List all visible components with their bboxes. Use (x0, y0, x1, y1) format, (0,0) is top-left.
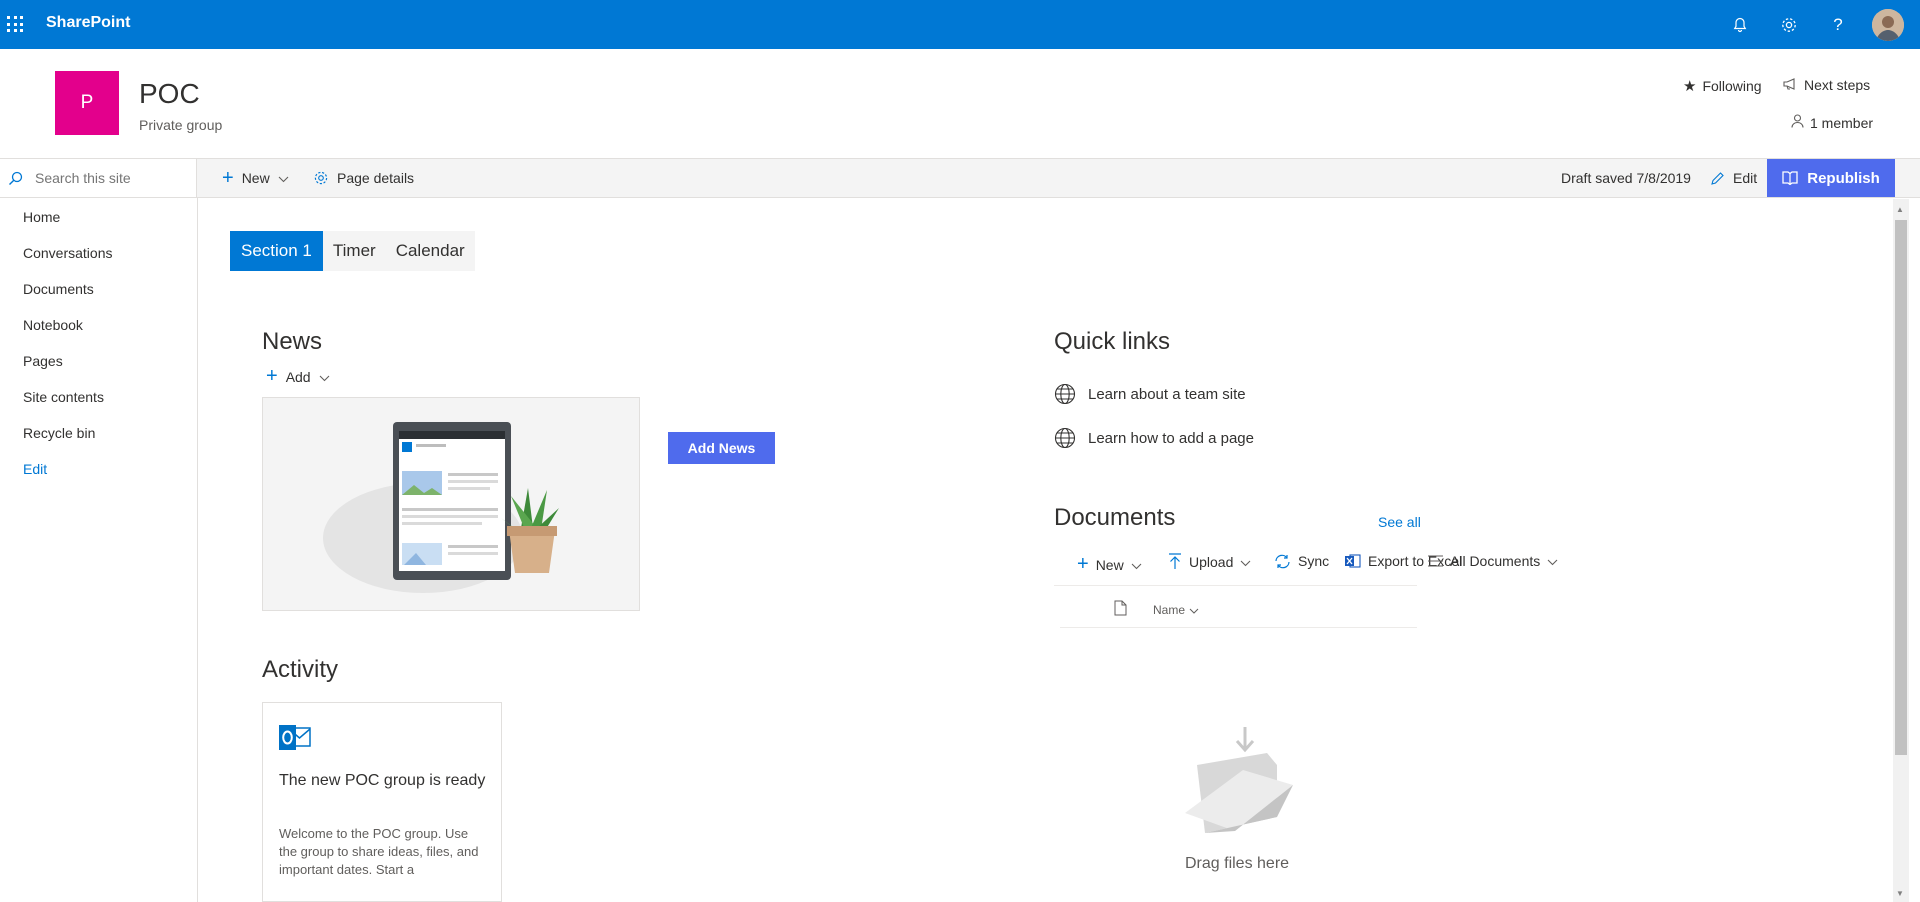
avatar[interactable] (1872, 9, 1904, 41)
documents-list-header: Name (1060, 588, 1417, 628)
nav-item-conversations[interactable]: Conversations (23, 245, 113, 261)
left-navigation: Home Conversations Documents Notebook Pa… (0, 198, 198, 902)
news-heading: News (262, 328, 323, 355)
vertical-scrollbar[interactable]: ▲ ▼ (1893, 199, 1909, 902)
section-tabs: Section 1 Timer Calendar (230, 231, 475, 271)
site-title[interactable]: POC (139, 78, 200, 110)
plus-icon: + (266, 365, 278, 387)
see-all-link[interactable]: See all (1378, 514, 1421, 530)
site-search[interactable] (0, 159, 197, 197)
search-icon (8, 171, 23, 186)
suite-bar: SharePoint ? (0, 0, 1920, 49)
outlook-icon (279, 723, 311, 758)
divider (1054, 585, 1417, 586)
folder-drop-icon (1175, 725, 1295, 845)
pencil-icon (1710, 171, 1725, 186)
sync-icon (1274, 554, 1291, 569)
members-button[interactable]: 1 member (1791, 114, 1873, 131)
site-logo[interactable]: P (55, 71, 119, 135)
republish-button[interactable]: Republish (1767, 159, 1895, 197)
nav-item-home[interactable]: Home (23, 209, 60, 225)
site-privacy-label: Private group (139, 117, 223, 133)
upload-icon (1168, 553, 1182, 570)
bell-icon[interactable] (1727, 12, 1753, 38)
chevron-down-icon (319, 369, 330, 385)
nav-item-pages[interactable]: Pages (23, 353, 63, 369)
gear-icon (313, 170, 329, 186)
quick-links-heading: Quick links (1054, 328, 1171, 355)
chevron-down-icon (1189, 603, 1199, 617)
chevron-down-icon (1240, 554, 1251, 570)
activity-card-title: The new POC group is ready (279, 772, 486, 789)
search-input[interactable] (35, 170, 185, 186)
draft-status: Draft saved 7/8/2019 (1561, 170, 1691, 186)
globe-icon (1054, 383, 1076, 405)
quick-link-add-page[interactable]: Learn how to add a page (1054, 427, 1254, 449)
documents-heading: Documents (1054, 504, 1176, 531)
star-icon: ★ (1683, 78, 1697, 95)
activity-heading: Activity (262, 656, 339, 683)
scrollbar-thumb[interactable] (1895, 220, 1907, 755)
app-launcher-icon[interactable] (7, 16, 23, 32)
nav-item-notebook[interactable]: Notebook (23, 317, 83, 333)
news-add-button[interactable]: + Add (266, 365, 330, 388)
chevron-down-icon (1547, 553, 1558, 569)
activity-card-body: Welcome to the POC group. Use the group … (279, 826, 479, 877)
sharepoint-brand[interactable]: SharePoint (46, 14, 130, 32)
gear-icon[interactable] (1776, 12, 1802, 38)
list-icon (1428, 555, 1443, 567)
documents-new-button[interactable]: + New (1077, 553, 1142, 576)
view-selector[interactable]: All Documents (1428, 553, 1558, 569)
tab-calendar[interactable]: Calendar (386, 231, 475, 271)
scroll-down-icon[interactable]: ▼ (1896, 889, 1904, 898)
chevron-down-icon (1131, 557, 1142, 573)
person-icon (1791, 114, 1804, 131)
upload-button[interactable]: Upload (1168, 553, 1251, 570)
quick-link-team-site[interactable]: Learn about a team site (1054, 383, 1246, 405)
chevron-down-icon (278, 170, 289, 186)
edit-page-button[interactable]: Edit (1710, 159, 1757, 197)
sync-button[interactable]: Sync (1274, 553, 1329, 569)
name-column-header[interactable]: Name (1153, 603, 1199, 617)
following-button[interactable]: ★ Following (1683, 77, 1762, 95)
plus-icon: + (1077, 553, 1089, 575)
new-menu-button[interactable]: + New (222, 159, 289, 197)
megaphone-icon (1783, 77, 1798, 93)
activity-card[interactable]: The new POC group is ready Welcome to th… (262, 702, 502, 902)
book-icon (1782, 171, 1798, 185)
nav-item-recycle-bin[interactable]: Recycle bin (23, 425, 95, 441)
add-news-button[interactable]: Add News (668, 432, 775, 464)
nav-edit-link[interactable]: Edit (23, 461, 47, 477)
command-bar: + New Page details Draft saved 7/8/2019 … (0, 158, 1920, 198)
scroll-up-icon[interactable]: ▲ (1896, 205, 1904, 214)
drag-files-text: Drag files here (1185, 855, 1290, 872)
news-placeholder-illustration (262, 397, 640, 611)
plus-icon: + (222, 166, 234, 189)
next-steps-button[interactable]: Next steps (1783, 77, 1870, 93)
help-icon[interactable]: ? (1825, 12, 1851, 38)
tab-timer[interactable]: Timer (323, 231, 386, 271)
globe-icon (1054, 427, 1076, 449)
nav-item-documents[interactable]: Documents (23, 281, 94, 297)
excel-icon (1345, 553, 1361, 569)
nav-item-site-contents[interactable]: Site contents (23, 389, 104, 405)
file-type-icon[interactable] (1114, 600, 1127, 621)
tab-section-1[interactable]: Section 1 (230, 231, 323, 271)
page-details-button[interactable]: Page details (313, 159, 414, 197)
